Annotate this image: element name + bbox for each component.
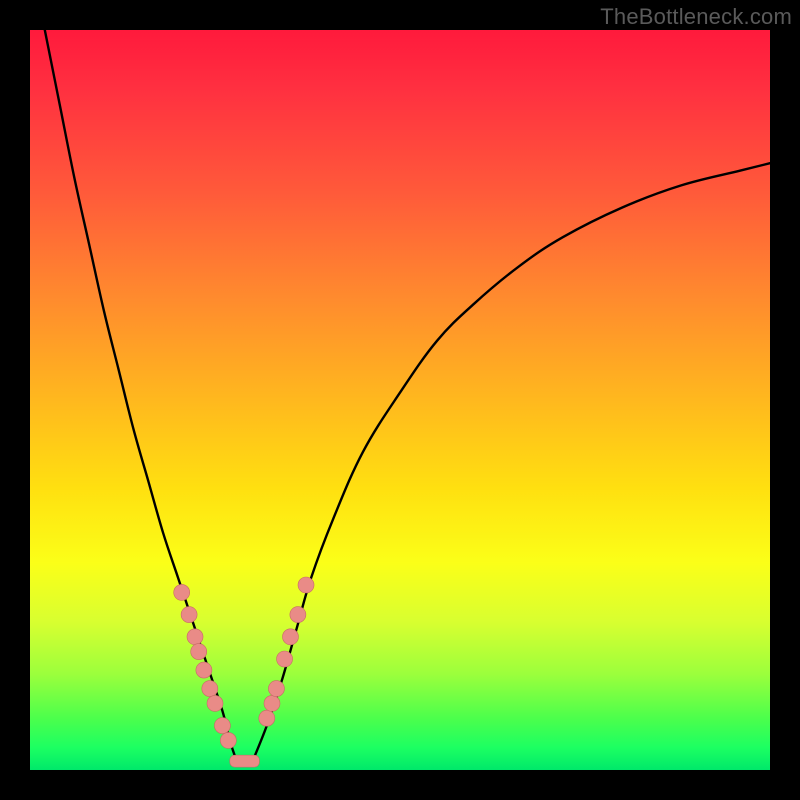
- marker-dot: [191, 644, 207, 660]
- marker-dot: [282, 629, 298, 645]
- marker-dot: [174, 584, 190, 600]
- marker-dot: [277, 651, 293, 667]
- watermark-text: TheBottleneck.com: [600, 4, 792, 30]
- right-curve: [252, 163, 770, 762]
- marker-dot: [207, 695, 223, 711]
- marker-dot: [220, 732, 236, 748]
- marker-dots-left: [174, 584, 237, 748]
- marker-dot: [181, 607, 197, 623]
- marker-dot: [202, 681, 218, 697]
- left-curve: [45, 30, 237, 763]
- marker-dot: [214, 718, 230, 734]
- marker-dot: [196, 662, 212, 678]
- marker-dot: [187, 629, 203, 645]
- marker-dot: [264, 695, 280, 711]
- chart-svg: [30, 30, 770, 770]
- marker-dot: [290, 607, 306, 623]
- marker-bottom-bar: [230, 755, 260, 767]
- chart-frame: TheBottleneck.com: [0, 0, 800, 800]
- marker-dot: [268, 681, 284, 697]
- marker-dot: [259, 710, 275, 726]
- plot-area: [30, 30, 770, 770]
- marker-dot: [298, 577, 314, 593]
